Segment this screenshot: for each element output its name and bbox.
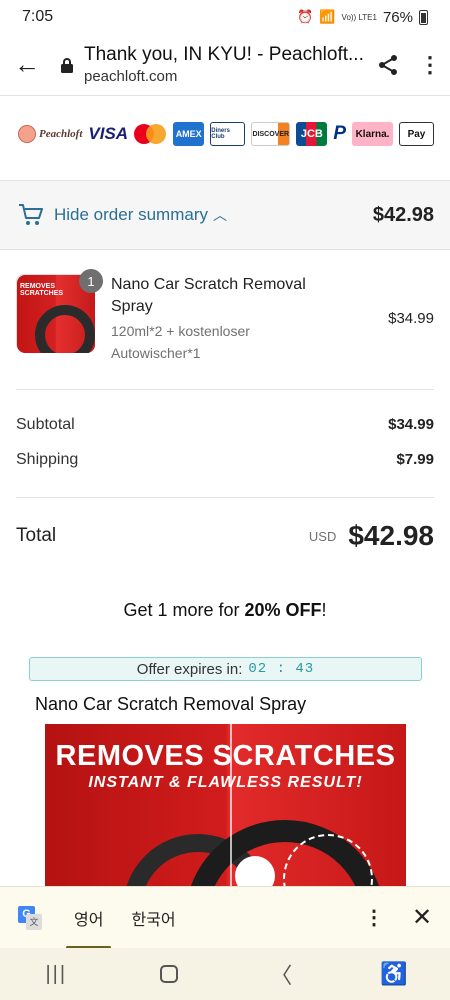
- alarm-icon: ⏰: [297, 9, 314, 24]
- upsell-heading-pre: Get 1 more for: [123, 600, 245, 620]
- product-price: $34.99: [388, 310, 434, 327]
- cart-icon: [19, 204, 43, 225]
- shipping-row: Shipping $7.99: [16, 451, 434, 469]
- divider: [16, 497, 434, 498]
- subtotal-value: $34.99: [388, 416, 434, 433]
- page-title: Thank you, IN KYU! - Peachloft...: [84, 44, 364, 65]
- status-bar: 7:05 ⏰ 📶 Vo)) LTE1 76%: [0, 0, 450, 34]
- product-variant: 120ml*2 + kostenloser Autowischer*1: [111, 323, 250, 361]
- tab-korean[interactable]: 한국어: [117, 887, 189, 949]
- battery-icon: [419, 9, 428, 25]
- summary-total: $42.98: [372, 203, 434, 226]
- diners-logo: Diners Club: [210, 122, 246, 146]
- apple-pay-logo: Pay: [398, 122, 434, 146]
- home-icon: [159, 965, 178, 983]
- translate-menu-button[interactable]: ⋮: [354, 905, 394, 930]
- chevron-up-icon: ︿: [213, 207, 227, 223]
- promo-subtitle: INSTANT & FLAWLESS RESULT!: [88, 774, 363, 791]
- translate-bar: G文 영어 한국어 ⋮ ✕: [0, 886, 450, 949]
- share-button[interactable]: [366, 34, 410, 96]
- total-label: Total: [16, 525, 57, 546]
- paypal-logo: P: [333, 123, 347, 144]
- total-currency: USD: [308, 528, 337, 544]
- battery-percent: 76%: [382, 8, 413, 26]
- product-thumbnail: REMOVES SCRATCHES 1: [16, 269, 103, 353]
- network-label: Vo)) LTE1: [341, 12, 377, 22]
- home-button[interactable]: [113, 965, 226, 983]
- more-vertical-icon: ⋮: [419, 51, 441, 77]
- status-icons: ⏰ 📶 Vo)) LTE1 76%: [297, 9, 428, 26]
- upsell-product-image[interactable]: REMOVES SCRATCHES INSTANT & FLAWLESS RES…: [45, 724, 406, 890]
- hide-summary-label: Hide order summary: [54, 205, 208, 224]
- upsell-heading-post: !: [321, 600, 327, 620]
- subtotal-row: Subtotal $34.99: [16, 416, 434, 434]
- shipping-label: Shipping: [16, 451, 79, 468]
- arrow-left-icon: ←: [14, 49, 40, 79]
- payment-methods: Peachloft VISA AMEX Diners Club DISCOVER…: [18, 114, 434, 154]
- apple-pay-text: Pay: [407, 128, 426, 140]
- order-summary-toggle[interactable]: Hide order summary ︿ $42.98: [0, 180, 450, 250]
- back-button[interactable]: ←: [0, 34, 54, 96]
- browser-url-bar: ← Thank you, IN KYU! - Peachloft... peac…: [0, 34, 450, 96]
- google-translate-icon[interactable]: G文: [0, 905, 60, 930]
- accessibility-icon: ♿: [380, 961, 408, 986]
- translate-close-button[interactable]: ✕: [394, 903, 450, 932]
- chevron-left-icon: 〈: [270, 963, 293, 988]
- order-line-item: REMOVES SCRATCHES 1 Nano Car Scratch Rem…: [16, 269, 434, 368]
- total-row: Total USD $42.98: [16, 518, 434, 554]
- promo-title: REMOVES SCRATCHES: [55, 740, 396, 772]
- recent-apps-button[interactable]: |||: [0, 963, 113, 986]
- amex-logo: AMEX: [173, 122, 205, 146]
- url-area[interactable]: Thank you, IN KYU! - Peachloft... peachl…: [80, 44, 366, 85]
- product-name: Nano Car Scratch Removal Spray: [111, 276, 306, 315]
- upsell-product-name: Nano Car Scratch Removal Spray: [35, 694, 307, 714]
- offer-timer: 02 : 43: [248, 661, 315, 677]
- offer-countdown: Offer expires in: 02 : 43: [29, 657, 422, 681]
- discover-logo: DISCOVER: [251, 122, 291, 146]
- peachloft-logo: Peachloft: [18, 122, 82, 146]
- shipping-value: $7.99: [396, 451, 434, 468]
- product-info: Nano Car Scratch Removal Spray 120ml*2 +…: [111, 274, 341, 368]
- upsell-discount: 20% OFF: [244, 600, 322, 620]
- mastercard-logo: [134, 122, 167, 146]
- quantity-badge: 1: [79, 269, 103, 293]
- total-value: $42.98: [348, 520, 434, 551]
- page-domain: peachloft.com: [84, 68, 178, 85]
- subtotal-label: Subtotal: [16, 416, 75, 433]
- klarna-logo: Klarna.: [352, 122, 393, 146]
- browser-menu-button[interactable]: ⋮: [410, 34, 450, 96]
- divider: [16, 389, 434, 390]
- upsell-heading: Get 1 more for 20% OFF!: [0, 600, 450, 621]
- accessibility-button[interactable]: ♿: [338, 961, 450, 987]
- lock-icon[interactable]: [54, 57, 80, 73]
- close-icon: ✕: [411, 904, 433, 931]
- nav-back-button[interactable]: 〈: [225, 958, 338, 990]
- peach-icon: [18, 125, 36, 143]
- status-time: 7:05: [22, 8, 54, 25]
- share-icon: [379, 54, 397, 75]
- peachloft-logo-text: Peachloft: [39, 128, 83, 140]
- tab-english[interactable]: 영어: [60, 887, 117, 949]
- visa-logo: VISA: [88, 124, 129, 143]
- wifi-icon: 📶: [319, 9, 336, 24]
- recent-apps-icon: |||: [45, 962, 68, 985]
- jcb-logo: JCB: [296, 122, 328, 146]
- system-nav-bar: ||| 〈 ♿: [0, 948, 450, 1000]
- offer-label: Offer expires in:: [136, 660, 243, 678]
- arrow-icon: [235, 856, 275, 890]
